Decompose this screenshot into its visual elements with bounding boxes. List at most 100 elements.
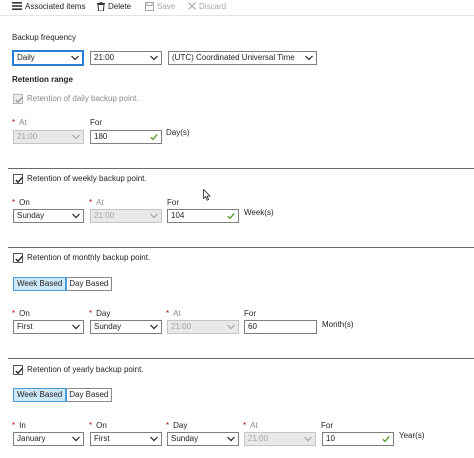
close-icon xyxy=(188,2,196,10)
toolbar-divider xyxy=(0,15,474,16)
monthly-on-label: * On xyxy=(12,309,30,319)
associated-items-label: Associated items xyxy=(25,1,86,11)
yearly-day-text: Day xyxy=(173,421,188,430)
monthly-for-input[interactable]: 60 xyxy=(244,320,317,334)
monthly-day-label: * Day xyxy=(89,309,110,319)
monthly-at-value: 21:00 xyxy=(171,322,192,331)
weekly-unit-label: Week(s) xyxy=(244,208,274,217)
monthly-day-select[interactable]: Sunday xyxy=(90,320,162,334)
yearly-for-value: 10 xyxy=(326,434,335,443)
yearly-retention-label: Retention of yearly backup point. xyxy=(27,365,144,374)
weekly-on-label: * On xyxy=(12,198,30,208)
retention-range-heading: Retention range xyxy=(12,75,73,84)
yearly-unit-label: Year(s) xyxy=(399,431,425,440)
monthly-on-select[interactable]: First xyxy=(13,320,84,334)
required-asterisk: * xyxy=(89,309,93,318)
list-icon xyxy=(12,2,22,10)
daily-at-value: 21:00 xyxy=(17,132,38,141)
monthly-for-label: For xyxy=(244,309,256,318)
daily-at-text: At xyxy=(19,118,27,127)
required-asterisk: * xyxy=(89,198,93,207)
frequency-select[interactable]: Daily xyxy=(12,50,84,66)
yearly-day-based-option[interactable]: Day Based xyxy=(66,389,111,401)
monthly-on-text: On xyxy=(19,309,30,318)
yearly-in-select[interactable]: January xyxy=(13,432,84,446)
monthly-for-value: 60 xyxy=(248,322,257,331)
weekly-on-select[interactable]: Sunday xyxy=(13,209,84,223)
yearly-in-value: January xyxy=(17,434,46,443)
chevron-down-icon xyxy=(150,324,158,330)
yearly-week-based-option[interactable]: Week Based xyxy=(12,388,68,402)
delete-button[interactable]: Delete xyxy=(97,0,131,12)
mouse-pointer-icon xyxy=(203,189,211,201)
weekly-at-select[interactable]: 21:00 xyxy=(90,209,162,223)
weekly-at-label: * At xyxy=(89,198,104,208)
monthly-basis-toggle[interactable]: Week Based Day Based xyxy=(12,277,113,291)
yearly-day-label: * Day xyxy=(166,421,187,431)
yearly-day-select[interactable]: Sunday xyxy=(167,432,239,446)
yearly-on-label: * On xyxy=(89,421,107,431)
yearly-at-text: At xyxy=(250,421,258,430)
weekly-on-text: On xyxy=(19,198,30,207)
yearly-at-select[interactable]: 21:00 xyxy=(244,432,316,446)
weekly-at-text: At xyxy=(96,198,104,207)
monthly-unit-label: Month(s) xyxy=(322,320,354,329)
checkmark-icon xyxy=(382,435,390,443)
yearly-in-label: * In xyxy=(12,421,26,431)
monthly-retention-label: Retention of monthly backup point. xyxy=(27,253,151,262)
section-divider xyxy=(8,168,474,169)
required-asterisk: * xyxy=(243,421,247,430)
chevron-down-icon xyxy=(72,436,80,442)
weekly-retention-checkbox[interactable] xyxy=(13,174,23,184)
chevron-down-icon xyxy=(150,55,158,61)
weekly-on-value: Sunday xyxy=(17,211,45,220)
monthly-week-based-option[interactable]: Week Based xyxy=(12,277,68,291)
monthly-day-based-option[interactable]: Day Based xyxy=(66,278,111,290)
daily-retention-label: Retention of daily backup point. xyxy=(27,94,139,103)
chevron-down-icon xyxy=(304,436,312,442)
checkmark-icon xyxy=(15,96,23,104)
timezone-select[interactable]: (UTC) Coordinated Universal Time xyxy=(168,51,317,65)
daily-at-select[interactable]: 21:00 xyxy=(13,130,84,144)
weekly-for-value: 104 xyxy=(171,211,185,220)
yearly-on-value: First xyxy=(94,434,110,443)
associated-items-button[interactable]: Associated items xyxy=(12,0,85,12)
yearly-on-select[interactable]: First xyxy=(90,432,162,446)
checkmark-icon xyxy=(15,367,23,375)
monthly-at-text: At xyxy=(173,309,181,318)
yearly-for-input[interactable]: 10 xyxy=(322,432,394,446)
yearly-at-label: * At xyxy=(243,421,258,431)
required-asterisk: * xyxy=(89,421,93,430)
discard-button[interactable]: Discard xyxy=(188,0,226,12)
weekly-for-label: For xyxy=(167,198,179,207)
monthly-at-select[interactable]: 21:00 xyxy=(167,320,239,334)
daily-for-input[interactable]: 180 xyxy=(90,130,162,144)
backup-frequency-label: Backup frequency xyxy=(12,33,77,42)
monthly-day-text: Day xyxy=(96,309,111,318)
yearly-at-value: 21:00 xyxy=(248,434,269,443)
chevron-down-icon xyxy=(72,134,80,140)
save-label: Save xyxy=(157,1,176,11)
monthly-retention-checkbox[interactable] xyxy=(13,253,23,263)
daily-for-label: For xyxy=(90,118,102,127)
section-divider xyxy=(8,358,474,359)
save-button[interactable]: Save xyxy=(145,0,175,12)
yearly-retention-checkbox[interactable] xyxy=(13,365,23,375)
yearly-for-label: For xyxy=(321,421,333,430)
save-icon xyxy=(145,1,154,11)
daily-retention-checkbox[interactable] xyxy=(13,94,23,104)
backup-time-select[interactable]: 21:00 xyxy=(90,51,162,65)
daily-for-value: 180 xyxy=(94,132,108,141)
section-divider xyxy=(8,247,474,248)
chevron-down-icon xyxy=(72,213,80,219)
required-asterisk: * xyxy=(166,309,170,318)
yearly-basis-toggle[interactable]: Week Based Day Based xyxy=(12,388,113,402)
chevron-down-icon xyxy=(72,324,80,330)
weekly-at-value: 21:00 xyxy=(94,211,115,220)
yearly-in-text: In xyxy=(19,421,26,430)
yearly-day-value: Sunday xyxy=(171,434,199,443)
weekly-for-input[interactable]: 104 xyxy=(167,209,239,223)
required-asterisk: * xyxy=(12,198,16,207)
trash-icon xyxy=(97,1,105,11)
yearly-on-text: On xyxy=(96,421,107,430)
